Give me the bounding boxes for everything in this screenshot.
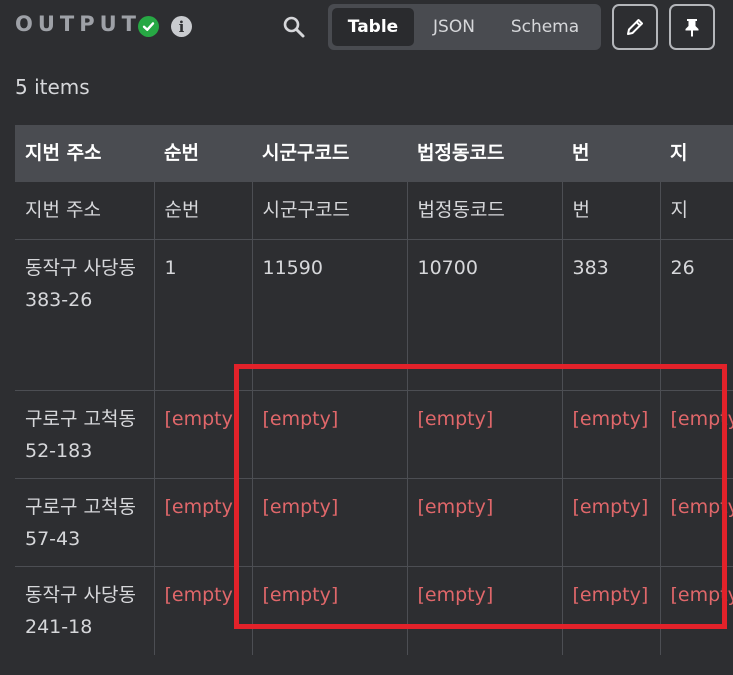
pin-button[interactable] [669, 4, 715, 50]
empty-cell: [empty] [660, 566, 733, 655]
table-cell: 동작구 사당동 383-26 [15, 239, 155, 391]
column-header[interactable]: 지 [660, 125, 733, 182]
empty-cell: [empty] [407, 478, 563, 567]
table-cell: 1 [154, 239, 253, 391]
empty-cell: [empty] [154, 478, 253, 567]
column-header[interactable]: 지번 주소 [15, 125, 154, 182]
table-cell: 구로구 고척동 52-183 [15, 390, 155, 479]
table-cell: 지 [660, 182, 733, 240]
column-header[interactable]: 순번 [154, 125, 252, 182]
table-cell: 383 [562, 239, 661, 391]
empty-cell: [empty] [562, 478, 661, 567]
empty-cell: [empty] [562, 566, 661, 655]
output-table: 지번 주소 순번 시군구코드 법정동코드 번 지 지번 주소 순번 시군구코드 … [15, 125, 733, 655]
table-row: 구로구 고척동 57-43 [empty] [empty] [empty] [e… [15, 478, 733, 567]
empty-cell: [empty] [407, 566, 563, 655]
table-row: 동작구 사당동 241-18 [empty] [empty] [empty] [… [15, 566, 733, 655]
empty-cell: [empty] [252, 566, 408, 655]
table-cell: 법정동코드 [407, 182, 563, 240]
empty-cell: [empty] [154, 566, 253, 655]
item-count: 5 items [15, 75, 90, 99]
table-cell: 11590 [252, 239, 408, 391]
edit-button[interactable] [612, 4, 658, 50]
table-row: 구로구 고척동 52-183 [empty] [empty] [empty] [… [15, 390, 733, 479]
panel-title: OUTPUT [15, 12, 141, 36]
tab-json[interactable]: JSON [416, 8, 492, 46]
column-header[interactable]: 법정동코드 [407, 125, 562, 182]
table-cell: 구로구 고척동 57-43 [15, 478, 155, 567]
table-cell: 시군구코드 [252, 182, 408, 240]
output-header: OUTPUT i Table JSON Schema [0, 0, 733, 54]
output-panel: OUTPUT i Table JSON Schema 5 items 지번 주소… [0, 0, 733, 675]
check-circle-icon [138, 16, 159, 37]
tab-schema[interactable]: Schema [494, 8, 596, 46]
info-icon[interactable]: i [171, 16, 192, 37]
empty-cell: [empty] [660, 390, 733, 479]
table-cell: 10700 [407, 239, 563, 391]
empty-cell: [empty] [154, 390, 253, 479]
table-cell: 26 [660, 239, 733, 391]
empty-cell: [empty] [252, 478, 408, 567]
table-cell: 동작구 사당동 241-18 [15, 566, 155, 655]
table-row: 지번 주소 순번 시군구코드 법정동코드 번 지 [15, 182, 733, 240]
empty-cell: [empty] [407, 390, 563, 479]
column-header[interactable]: 번 [562, 125, 660, 182]
table-cell: 지번 주소 [15, 182, 155, 240]
search-icon[interactable] [282, 15, 306, 39]
empty-cell: [empty] [562, 390, 661, 479]
empty-cell: [empty] [660, 478, 733, 567]
table-row: 동작구 사당동 383-26 1 11590 10700 383 26 [15, 239, 733, 391]
pin-icon [685, 19, 699, 37]
table-cell: 순번 [154, 182, 253, 240]
view-mode-switcher: Table JSON Schema [328, 4, 601, 50]
tab-table[interactable]: Table [332, 8, 414, 46]
column-header[interactable]: 시군구코드 [252, 125, 407, 182]
table-cell: 번 [562, 182, 661, 240]
empty-cell: [empty] [252, 390, 408, 479]
table-header-row: 지번 주소 순번 시군구코드 법정동코드 번 지 [15, 125, 733, 182]
pencil-icon [627, 19, 643, 35]
